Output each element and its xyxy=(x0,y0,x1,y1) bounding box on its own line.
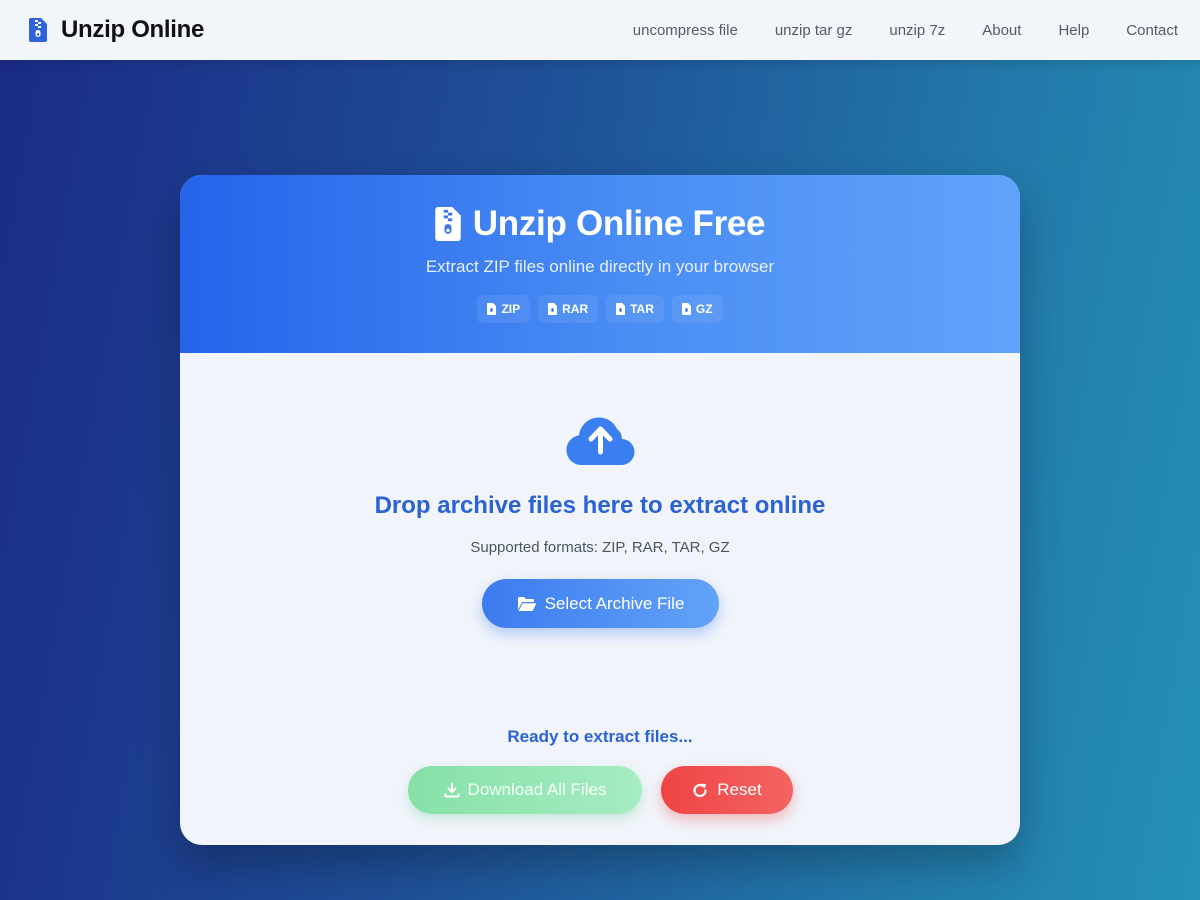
nav-link-about[interactable]: About xyxy=(982,22,1021,39)
format-badges: ZIP RAR TAR GZ xyxy=(180,295,1020,323)
extractor-card: Unzip Online Free Extract ZIP files onli… xyxy=(180,175,1020,845)
format-badge-label: TAR xyxy=(630,302,654,316)
file-archive-icon xyxy=(681,303,691,315)
nav-link-contact[interactable]: Contact xyxy=(1126,22,1178,39)
header-title: Unzip Online Free xyxy=(180,204,1020,244)
folder-open-icon xyxy=(517,596,536,611)
nav-link-unzip-7z[interactable]: unzip 7z xyxy=(889,22,945,39)
nav-link-unzip-tar-gz[interactable]: unzip tar gz xyxy=(775,22,853,39)
nav-links: uncompress file unzip tar gz unzip 7z Ab… xyxy=(596,0,1178,60)
navbar: Unzip Online uncompress file unzip tar g… xyxy=(0,0,1200,60)
format-badge-rar: RAR xyxy=(538,295,599,323)
drop-zone[interactable]: Drop archive files here to extract onlin… xyxy=(180,353,1020,683)
zip-file-icon xyxy=(29,18,47,42)
zip-file-icon xyxy=(435,207,461,241)
drop-title: Drop archive files here to extract onlin… xyxy=(374,492,826,519)
nav-link-help[interactable]: Help xyxy=(1058,22,1089,39)
status-text: Ready to extract files... xyxy=(507,727,693,746)
format-badge-tar: TAR xyxy=(606,295,664,323)
page-title: Unzip Online Free xyxy=(472,204,766,243)
reset-button[interactable]: Reset xyxy=(661,766,793,814)
format-badge-label: ZIP xyxy=(501,302,521,316)
select-archive-button[interactable]: Select Archive File xyxy=(482,579,719,628)
download-icon xyxy=(444,782,460,798)
select-archive-label: Select Archive File xyxy=(544,593,685,613)
brand[interactable]: Unzip Online xyxy=(29,16,204,44)
cloud-upload-icon xyxy=(566,417,635,465)
card-header: Unzip Online Free Extract ZIP files onli… xyxy=(180,175,1020,353)
brand-name: Unzip Online xyxy=(61,16,205,43)
page-subtitle: Extract ZIP files online directly in you… xyxy=(425,257,775,276)
download-all-button[interactable]: Download All Files xyxy=(408,766,642,814)
download-all-label: Download All Files xyxy=(467,780,607,799)
format-badge-label: GZ xyxy=(695,302,713,316)
file-archive-icon xyxy=(487,303,497,315)
file-archive-icon xyxy=(616,303,626,315)
format-badge-gz: GZ xyxy=(671,295,723,323)
file-archive-icon xyxy=(548,303,558,315)
format-badge-zip: ZIP xyxy=(477,295,531,323)
redo-icon xyxy=(693,783,707,797)
nav-link-uncompress-file[interactable]: uncompress file xyxy=(633,22,738,39)
supported-formats: Supported formats: ZIP, RAR, TAR, GZ xyxy=(470,539,730,556)
reset-label: Reset xyxy=(717,780,762,799)
format-badge-label: RAR xyxy=(562,302,589,316)
